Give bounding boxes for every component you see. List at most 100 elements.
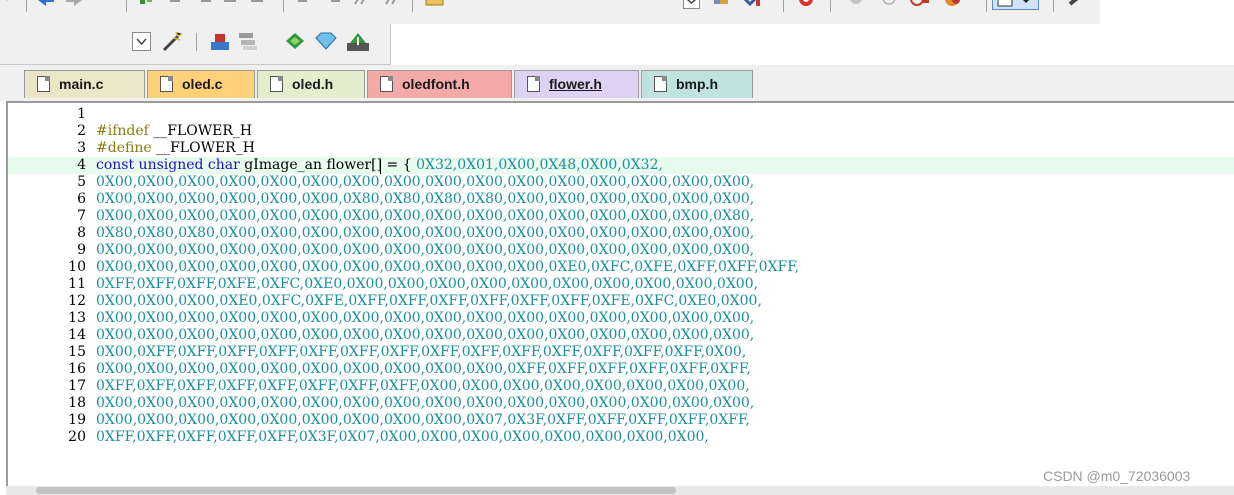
code-text: 0X00,0X00,0X00,0X00,0X00,0X00,0X00,0X00,… [96, 395, 754, 412]
code-line[interactable]: 2 #ifndef __FLOWER_H [8, 123, 1234, 140]
line-number: 18 [68, 395, 86, 411]
code-text: 0X00,0X00,0X00,0X00,0X00,0X00,0X00,0X00,… [96, 208, 754, 225]
build-icon[interactable] [208, 30, 232, 52]
code-editor[interactable]: 1 2 #ifndef __FLOWER_H 3 #define __FLOWER_H 4… [6, 101, 1234, 495]
file-tab-bar: main.c oled.c oled.h oledfont.h flower.h… [0, 65, 1234, 101]
bookmark-icon[interactable] [138, 0, 156, 8]
code-text: 0X80,0X80,0X80,0X00,0X00,0X00,0X00,0X00,… [96, 225, 754, 242]
secondary-toolbar [0, 24, 391, 65]
document-icon [380, 76, 393, 92]
code-text: 0XFF,0XFF,0XFF,0XFF,0XFF,0X3F,0X07,0X00,… [96, 429, 709, 446]
run-to-cursor-icon[interactable] [909, 0, 931, 10]
code-line[interactable]: 15 0X00,0XFF,0XFF,0XFF,0XFF,0XFF,0XFF,0XF… [8, 344, 1234, 361]
toolbar-empty-area [391, 24, 1234, 64]
code-text: 0X00,0X00,0X00,0X00,0X00,0X00,0X00,0X00,… [96, 259, 799, 276]
tab-oledfont-h[interactable]: oledfont.h [367, 70, 512, 98]
line-number: 14 [68, 327, 86, 343]
debug-icon[interactable] [796, 0, 820, 9]
window-icon[interactable] [992, 0, 1040, 11]
comment-icon[interactable] [222, 0, 240, 8]
code-line[interactable]: 19 0X00,0X00,0X00,0X00,0X00,0X00,0X00,0X0… [8, 412, 1234, 429]
download-target-icon[interactable] [345, 29, 371, 53]
code-text: 0XFF,0XFF,0XFF,0XFE,0XFC,0XE0,0X00,0X00,… [96, 276, 758, 293]
layers-icon[interactable] [236, 30, 260, 52]
code-line[interactable]: 11 0XFF,0XFF,0XFF,0XFE,0XFC,0XE0,0X00,0X0… [8, 276, 1234, 293]
code-text: #ifndef __FLOWER_H [96, 123, 252, 140]
document-icon [654, 76, 667, 92]
code-token: 0X00,0X00,0X00,0X00,0X00,0X00,0X80,0X80,… [96, 191, 755, 207]
align-left-icon[interactable] [296, 0, 314, 8]
line-number: 17 [68, 378, 86, 394]
wrench-icon[interactable] [1066, 0, 1090, 8]
document-icon [37, 76, 50, 92]
code-token: 0X00,0X00,0X00,0X00,0X00,0X00,0X00,0X00,… [96, 327, 755, 343]
code-line[interactable]: 6 0X00,0X00,0X00,0X00,0X00,0X00,0X80,0X80… [8, 191, 1234, 208]
dropdown-icon[interactable] [132, 32, 152, 52]
forward-arrow-icon[interactable] [64, 0, 84, 8]
code-token: 0X00,0X00,0X00,0X00,0X00,0X00,0X00,0X00,… [96, 259, 800, 275]
code-line[interactable]: 20 0XFF,0XFF,0XFF,0XFF,0XFF,0X3F,0X07,0X0… [8, 429, 1234, 446]
toolbar-separator [26, 0, 27, 12]
code-line[interactable]: 3 #define __FLOWER_H [8, 140, 1234, 157]
toolbar-separator [196, 33, 197, 51]
dropdown-icon[interactable] [683, 0, 701, 10]
toolbar-separator [126, 0, 127, 12]
code-line[interactable]: 8 0X80,0X80,0X80,0X00,0X00,0X00,0X00,0X00… [8, 225, 1234, 242]
code-line[interactable]: 5 0X00,0X00,0X00,0X00,0X00,0X00,0X00,0X00… [8, 174, 1234, 191]
current-code-line[interactable]: 4 const unsigned char gImage_an flower[] … [8, 157, 1234, 174]
indent-icon[interactable] [168, 0, 186, 8]
code-line[interactable]: 14 0X00,0X00,0X00,0X00,0X00,0X00,0X00,0X0… [8, 327, 1234, 344]
code-line[interactable]: 18 0X00,0X00,0X00,0X00,0X00,0X00,0X00,0X0… [8, 395, 1234, 412]
align-right-icon[interactable] [324, 0, 342, 8]
tab-oled-c[interactable]: oled.c [147, 70, 255, 98]
line-number: 6 [77, 191, 86, 207]
scrollbar-thumb[interactable] [36, 487, 676, 494]
download-icon[interactable] [740, 0, 762, 8]
toolbar-separator [830, 0, 831, 12]
code-line[interactable]: 1 [8, 106, 1234, 123]
code-line[interactable]: 12 0X00,0X00,0X00,0XE0,0XFC,0XFE,0XFF,0XF… [8, 293, 1234, 310]
line-number: 19 [68, 412, 86, 428]
magic-wand-icon[interactable] [160, 30, 184, 52]
code-line[interactable]: 16 0X00,0X00,0X00,0X00,0X00,0X00,0X00,0X0… [8, 361, 1234, 378]
tab-label: oled.h [292, 76, 334, 92]
horizontal-scrollbar[interactable] [6, 486, 1234, 495]
toolbar-separator [783, 0, 784, 12]
back-arrow-icon[interactable] [36, 0, 56, 8]
code-token: gImage_an flower[] = { [239, 157, 417, 173]
stop-icon[interactable] [848, 0, 864, 8]
watermark: CSDN @m0_72036003 [1043, 468, 1191, 484]
tab-bmp-h[interactable]: bmp.h [641, 70, 753, 98]
code-text: 0X00,0X00,0X00,0X00,0X00,0X00,0X00,0X00,… [96, 327, 754, 344]
batch-icon[interactable] [712, 0, 732, 8]
code-line[interactable]: 17 0XFF,0XFF,0XFF,0XFF,0XFF,0XFF,0XFF,0XF… [8, 378, 1234, 395]
outdent-icon[interactable] [195, 0, 213, 8]
settings-icon[interactable] [941, 0, 965, 10]
code-line[interactable]: 9 0X00,0X00,0X00,0X00,0X00,0X00,0X00,0X00… [8, 242, 1234, 259]
tab-label: main.c [59, 76, 104, 92]
code-token: 0X00,0X00,0X00,0X00,0X00,0X00,0X00,0X00,… [96, 310, 755, 326]
code-line[interactable]: 13 0X00,0X00,0X00,0X00,0X00,0X00,0X00,0X0… [8, 310, 1234, 327]
format-icon[interactable] [352, 0, 374, 8]
code-line[interactable]: 10 0X00,0X00,0X00,0X00,0X00,0X00,0X00,0X0… [8, 259, 1234, 276]
code-token: 0X00,0X00,0X00,0XE0,0XFC,0XFE,0XFF,0XFF,… [96, 293, 762, 309]
line-number: 9 [77, 242, 86, 258]
format-clear-icon[interactable] [383, 0, 405, 8]
line-number: 12 [68, 293, 86, 309]
code-text: 0X00,0X00,0X00,0X00,0X00,0X00,0X00,0X00,… [96, 310, 754, 327]
uncomment-icon[interactable] [249, 0, 271, 8]
text-caret [380, 160, 381, 174]
line-number: 20 [68, 429, 86, 445]
tab-oled-h[interactable]: oled.h [257, 70, 365, 98]
code-line[interactable]: 7 0X00,0X00,0X00,0X00,0X00,0X00,0X00,0X00… [8, 208, 1234, 225]
toolbar-separator [283, 0, 284, 12]
open-file-icon[interactable] [424, 0, 446, 8]
tab-flower-h[interactable]: flower.h [514, 70, 639, 98]
code-token: __FLOWER_H [151, 140, 255, 156]
undo-icon[interactable] [4, 0, 18, 8]
breakpoint-icon[interactable] [881, 0, 897, 8]
gem-icon[interactable] [313, 30, 339, 52]
code-text: 0X00,0X00,0X00,0X00,0X00,0X00,0X00,0X00,… [96, 412, 750, 429]
diamond-icon[interactable] [283, 30, 307, 52]
tab-main-c[interactable]: main.c [24, 70, 145, 98]
